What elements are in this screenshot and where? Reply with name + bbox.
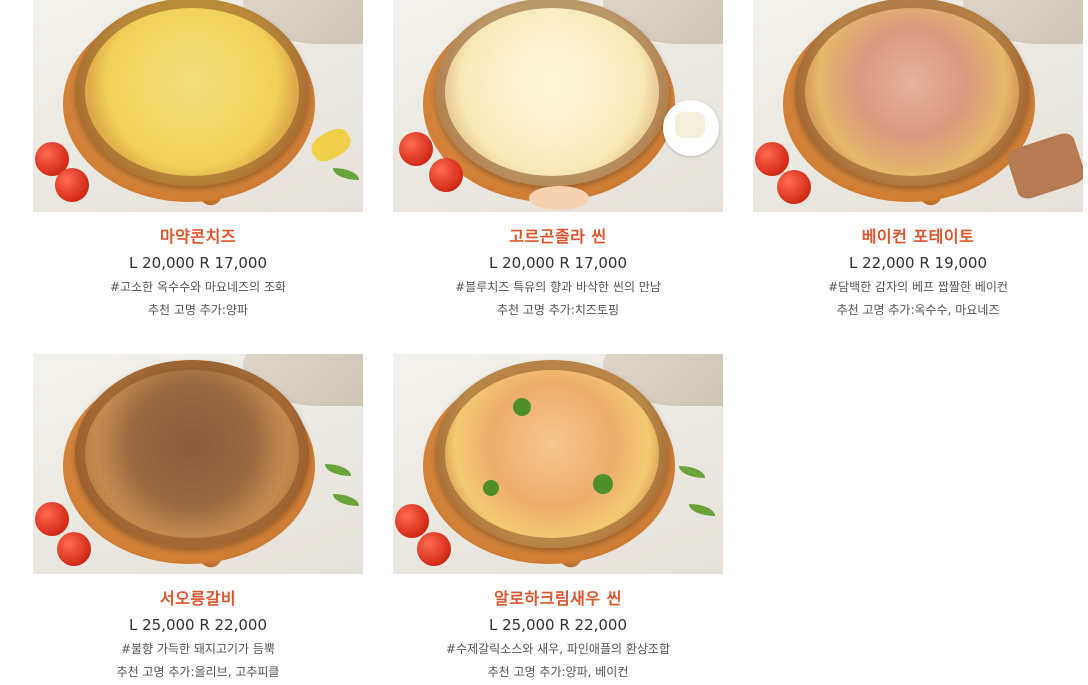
broccoli-topping <box>483 480 499 496</box>
tomato-decoration <box>777 170 811 204</box>
menu-item-description: #불향 가득한 돼지고기가 듬뿍 <box>121 642 275 656</box>
menu-item-description: #담백한 감자의 베프 짭짤한 베이컨 <box>828 280 1008 294</box>
tomato-decoration <box>35 502 69 536</box>
menu-item-description: #수제갈릭소스와 새우, 파인애플의 환상조합 <box>445 642 671 656</box>
menu-item-description: #고소한 옥수수와 마요네즈의 조화 <box>109 280 287 294</box>
menu-item-price: L 20,000 R 17,000 <box>488 254 628 272</box>
menu-item-price: L 25,000 R 22,000 <box>488 616 628 634</box>
leaf-decoration <box>689 504 715 516</box>
menu-card-bacon-potato[interactable]: 베이컨 포테이토 L 22,000 R 19,000 #담백한 감자의 베프 짭… <box>753 0 1083 321</box>
broccoli-topping <box>513 398 531 416</box>
menu-item-price: L 25,000 R 22,000 <box>128 616 268 634</box>
menu-item-recommendation: 추천 고명 추가:올리브, 고추피클 <box>116 665 280 679</box>
menu-item-title[interactable]: 서오릉갈비 <box>33 588 363 610</box>
broccoli-topping <box>593 474 613 494</box>
bacon-potato-pizza-image <box>795 0 1029 186</box>
tomato-decoration <box>55 168 89 202</box>
menu-item-title[interactable]: 베이컨 포테이토 <box>753 226 1083 248</box>
menu-card-aloha-cream-shrimp[interactable]: 알로하크림새우 씬 L 25,000 R 22,000 #수제갈릭소스와 새우,… <box>393 354 723 683</box>
menu-item-price: L 22,000 R 19,000 <box>848 254 988 272</box>
aloha-cream-shrimp-pizza-image <box>435 360 669 548</box>
tomato-decoration <box>57 532 91 566</box>
menu-item-recommendation: 추천 고명 추가:치즈토핑 <box>496 303 620 317</box>
menu-card-galbi[interactable]: 서오릉갈비 L 25,000 R 22,000 #불향 가득한 돼지고기가 듬뿍… <box>33 354 363 683</box>
leaf-decoration <box>333 168 359 180</box>
tomato-decoration <box>399 132 433 166</box>
corn-cheese-pizza-image <box>75 0 309 186</box>
leaf-decoration <box>325 464 351 476</box>
menu-item-price: L 20,000 R 17,000 <box>128 254 268 272</box>
gorgonzola-thin-pizza-image <box>435 0 669 186</box>
galbi-pizza-image <box>75 360 309 548</box>
menu-item-recommendation: 추천 고명 추가:양파 <box>148 303 248 317</box>
pizza-photo[interactable] <box>33 0 363 212</box>
corn-decoration <box>307 123 355 167</box>
pizza-photo[interactable] <box>753 0 1083 212</box>
tomato-decoration <box>755 142 789 176</box>
menu-item-recommendation: 추천 고명 추가:양파, 베이컨 <box>487 665 629 679</box>
menu-item-title[interactable]: 알로하크림새우 씬 <box>393 588 723 610</box>
menu-item-title[interactable]: 마약콘치즈 <box>33 226 363 248</box>
pizza-photo[interactable] <box>393 354 723 574</box>
sauce-bowl <box>529 186 589 210</box>
leaf-decoration <box>333 494 359 506</box>
tomato-decoration <box>395 504 429 538</box>
blue-cheese <box>675 112 705 138</box>
menu-card-corn-cheese[interactable]: 마약콘치즈 L 20,000 R 17,000 #고소한 옥수수와 마요네즈의 … <box>33 0 363 321</box>
menu-item-title[interactable]: 고르곤졸라 씬 <box>393 226 723 248</box>
menu-item-recommendation: 추천 고명 추가:옥수수, 마요네즈 <box>836 303 1000 317</box>
pizza-photo[interactable] <box>33 354 363 574</box>
menu-card-gorgonzola-thin[interactable]: 고르곤졸라 씬 L 20,000 R 17,000 #블루치즈 특유의 향과 바… <box>393 0 723 321</box>
pizza-photo[interactable] <box>393 0 723 212</box>
leaf-decoration <box>679 466 705 478</box>
menu-item-description: #블루치즈 특유의 향과 바삭한 씬의 만남 <box>455 280 661 294</box>
tomato-decoration <box>429 158 463 192</box>
tomato-decoration <box>417 532 451 566</box>
